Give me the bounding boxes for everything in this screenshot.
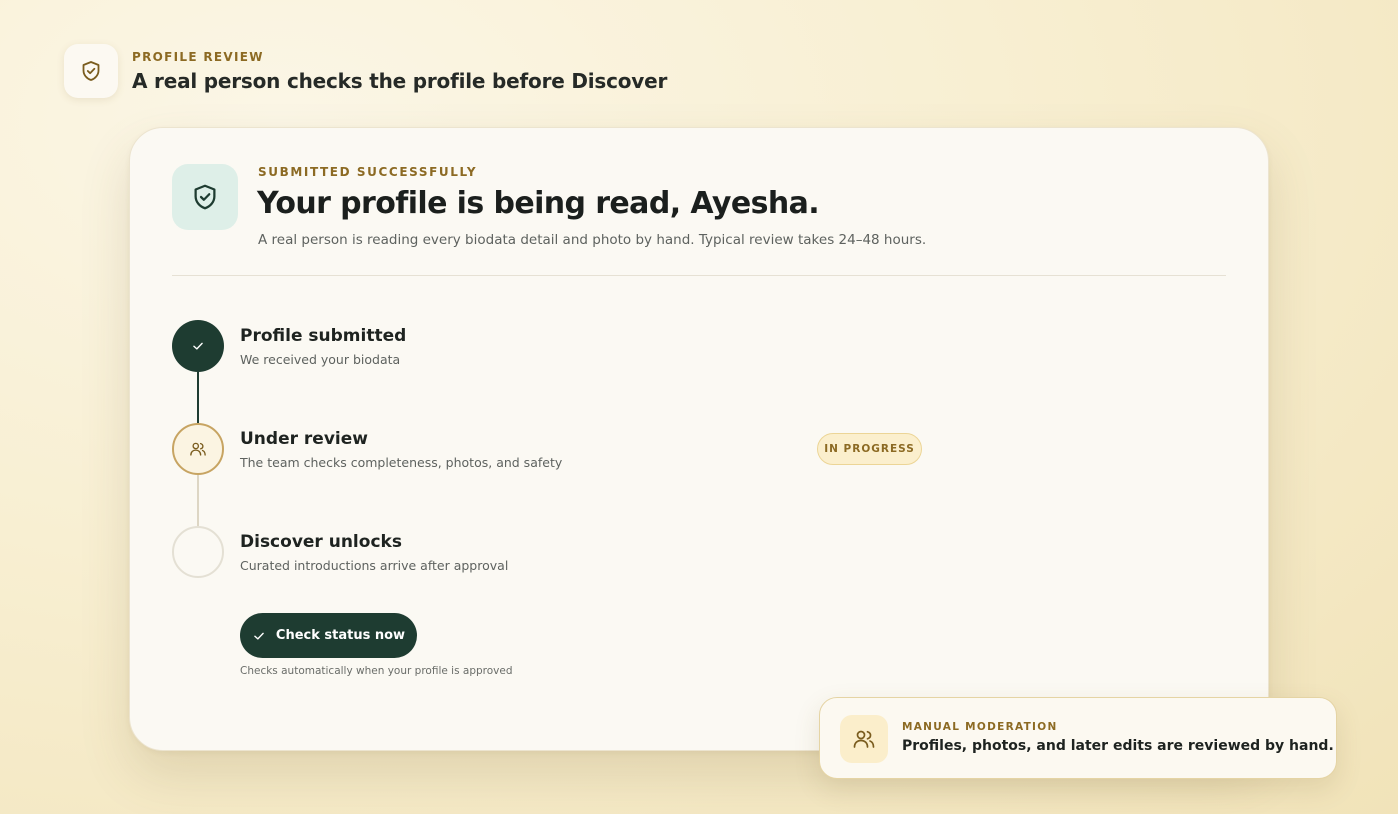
step-1-indicator [172, 320, 224, 372]
step-3-indicator [172, 526, 224, 578]
step-connector-done [197, 372, 199, 423]
check-icon [193, 342, 203, 350]
step-3-title: Discover unlocks [240, 532, 402, 552]
shield-check-icon [82, 61, 100, 81]
step-2-indicator [172, 423, 224, 475]
step-2-description: The team checks completeness, photos, an… [240, 455, 563, 470]
check-status-button[interactable]: Check status now [240, 613, 417, 658]
card-title: Your profile is being read, Ayesha. [257, 186, 820, 221]
shield-check-icon [194, 184, 216, 210]
toast-icon-badge [840, 715, 888, 763]
divider [172, 275, 1226, 276]
step-1-description: We received your biodata [240, 352, 401, 367]
header-eyebrow: PROFILE REVIEW [132, 50, 264, 64]
card-eyebrow: SUBMITTED SUCCESSFULLY [258, 165, 478, 179]
card-shield-badge [172, 164, 238, 230]
toast-eyebrow: MANUAL MODERATION [902, 721, 1058, 733]
review-status-card: SUBMITTED SUCCESSFULLY Your profile is b… [129, 127, 1269, 751]
status-badge: IN PROGRESS [817, 433, 922, 465]
check-status-note: Checks automatically when your profile i… [240, 665, 513, 677]
check-status-label: Check status now [275, 628, 406, 643]
profile-review-icon [64, 44, 118, 98]
manual-moderation-toast: MANUAL MODERATION Profiles, photos, and … [819, 697, 1337, 779]
card-subtitle: A real person is reading every biodata d… [258, 232, 927, 248]
step-connector-pending [197, 475, 199, 526]
users-icon [853, 730, 875, 748]
users-icon [190, 442, 206, 456]
toast-message: Profiles, photos, and later edits are re… [902, 738, 1334, 754]
step-3-description: Curated introductions arrive after appro… [240, 558, 509, 573]
step-2-title: Under review [240, 429, 368, 449]
step-1-title: Profile submitted [240, 326, 407, 346]
header-title: A real person checks the profile before … [132, 69, 668, 93]
check-icon [254, 632, 264, 640]
